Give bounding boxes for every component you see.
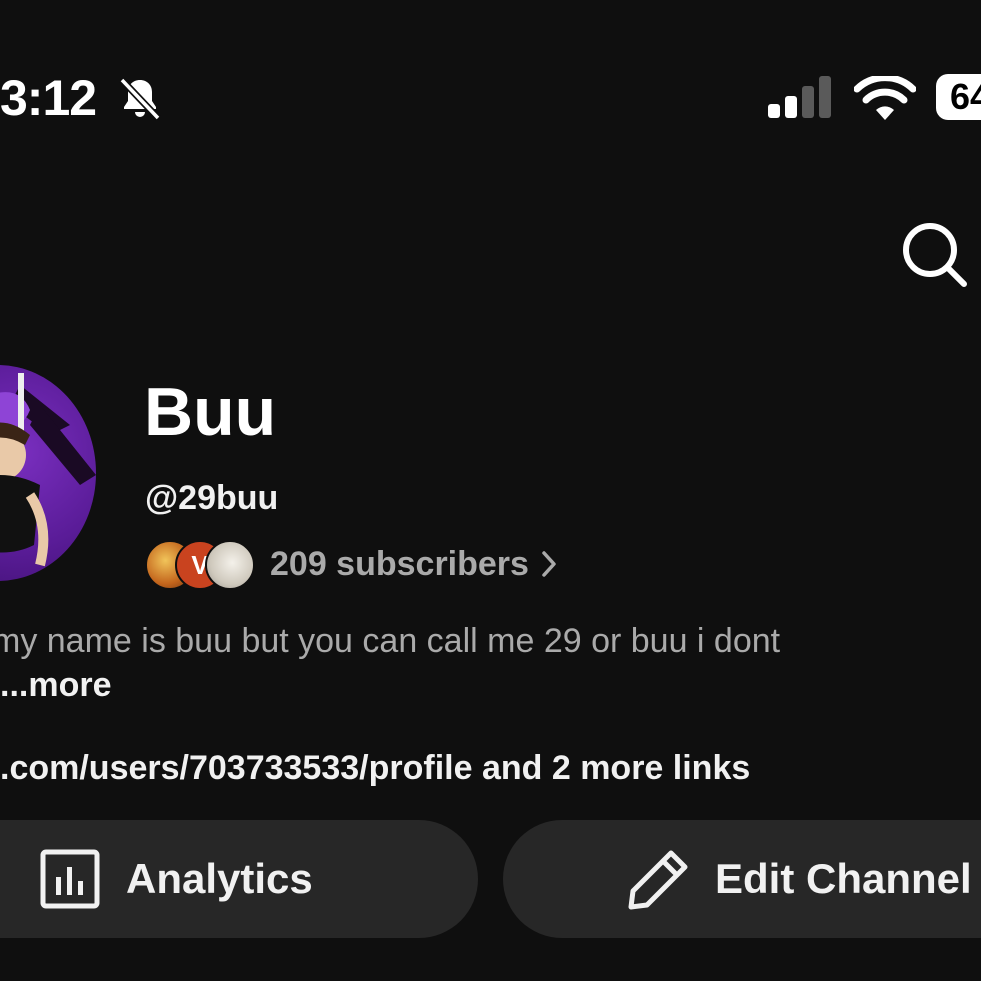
channel-handle: @29buu	[145, 479, 279, 517]
avatar-artwork	[0, 373, 96, 567]
channel-description[interactable]: my name is buu but you can call me 29 or…	[0, 620, 780, 662]
subscriber-count: 209 subscribers	[270, 545, 529, 583]
edit-channel-label: Edit Channel	[715, 855, 972, 902]
status-time: 3:12	[0, 70, 97, 126]
bar-chart-icon	[40, 849, 100, 909]
cellular-signal-icon	[768, 76, 831, 118]
channel-avatar[interactable]	[0, 365, 96, 581]
channel-page: 3:12 64 Buu @29buu V 209 subscribers my …	[0, 0, 981, 981]
pencil-icon	[628, 850, 688, 910]
edit-channel-button[interactable]: Edit Channel	[503, 820, 981, 938]
channel-name: Buu	[144, 374, 277, 450]
subscribers-row[interactable]: V 209 subscribers	[145, 538, 557, 590]
analytics-label: Analytics	[126, 855, 313, 902]
search-icon[interactable]	[900, 220, 970, 290]
chevron-right-icon	[542, 551, 556, 577]
channel-links[interactable]: .com/users/703733533/profile and 2 more …	[0, 746, 750, 790]
bell-slash-icon	[119, 77, 161, 121]
more-link[interactable]: ...more	[0, 664, 111, 706]
subscriber-avatar	[205, 540, 255, 590]
battery-indicator: 64	[936, 74, 981, 120]
analytics-button[interactable]: Analytics	[0, 820, 478, 938]
wifi-icon	[854, 76, 916, 120]
subscriber-avatars: V	[145, 538, 257, 590]
